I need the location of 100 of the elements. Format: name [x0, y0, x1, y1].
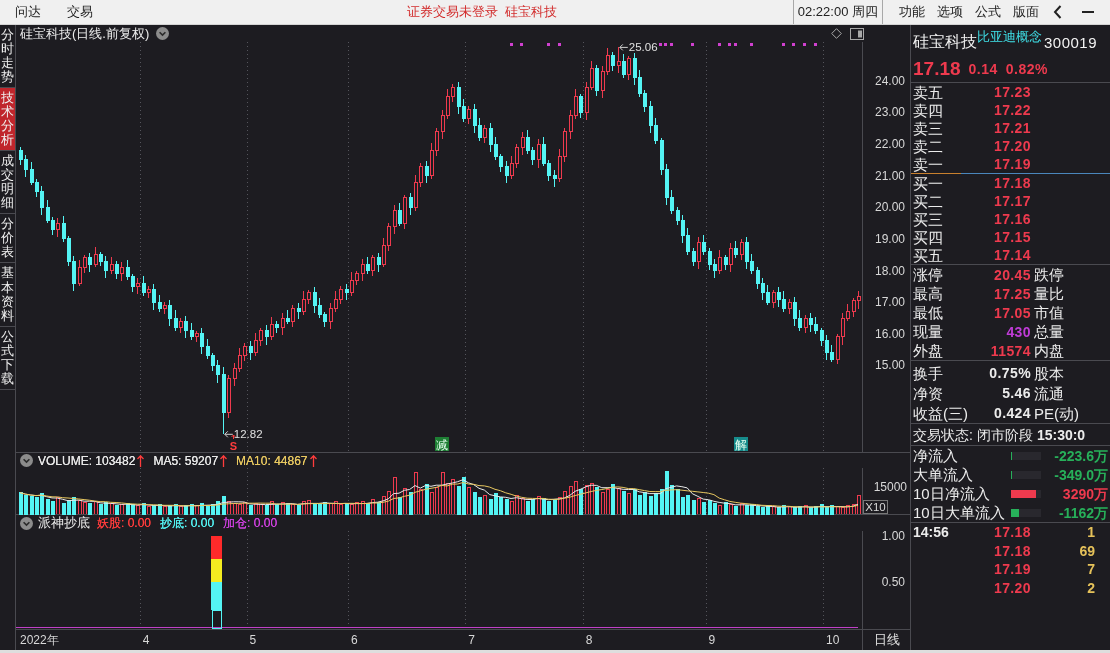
quote-label: 买一: [913, 174, 944, 192]
quote-label: 最低: [913, 304, 944, 321]
status-label: 交易状态:: [913, 426, 973, 443]
quote-label: 最高: [913, 285, 944, 302]
axis-label: 19.00: [874, 231, 905, 246]
chevron-left-icon: [1053, 5, 1062, 19]
status-notice: 硅宝科技: [505, 4, 557, 20]
quote-label: 换手: [913, 364, 944, 382]
quote-value: 5.46: [1001, 385, 1031, 401]
diamond-icon[interactable]: [831, 28, 842, 39]
side-tab[interactable]: 成交明细: [0, 151, 15, 215]
status-value: 闭市阶段: [976, 426, 1033, 443]
flow-value: 3290万: [1061, 485, 1109, 502]
quote-label: 跌停: [1034, 266, 1065, 283]
quote-value: 17.05: [992, 304, 1031, 321]
concept-link[interactable]: 比亚迪概念: [977, 30, 1042, 44]
quote-label: 卖四: [913, 101, 944, 119]
trade-time: 14:56: [913, 524, 950, 541]
status-notice: 证券交易未登录: [407, 4, 498, 20]
quote-value: 17.25: [992, 285, 1031, 302]
quote-label: 净资: [913, 384, 944, 402]
axis-label: 5: [249, 633, 257, 647]
flow-value: -223.6万: [1053, 447, 1109, 464]
axis-label: 21.00: [874, 168, 905, 183]
axis-label: 6: [350, 633, 358, 647]
axis-label: 22.00: [874, 137, 905, 152]
last-price: 17.18: [913, 59, 961, 79]
chevron-down-icon[interactable]: [156, 27, 170, 40]
indicator-title: 派神抄底: [38, 515, 90, 531]
back-button[interactable]: [1053, 5, 1062, 19]
quote-value: 17.19: [992, 156, 1031, 172]
quote-value: 17.15: [992, 229, 1031, 245]
flow-label: 10日大单流入: [913, 504, 1006, 521]
price-change-percent: 0.82%: [1005, 61, 1048, 77]
quote-label: 现量: [913, 323, 944, 340]
side-tab[interactable]: 分价表: [0, 214, 15, 264]
quote-label: 涨停: [913, 266, 944, 283]
price-change: 0.14: [968, 61, 998, 77]
chevron-down-icon[interactable]: [20, 516, 33, 530]
quote-label: 股本: [1034, 364, 1065, 382]
signal-tag: 减: [434, 437, 449, 452]
quote-label: 买五: [913, 246, 944, 264]
trade-volume: 7: [1086, 561, 1096, 578]
quote-value: 0.75%: [988, 365, 1031, 381]
axis-label: 24.00: [874, 73, 905, 88]
quote-label: PE(动): [1034, 404, 1080, 422]
legend-label: 妖股: 0.00: [97, 516, 152, 530]
stock-name: 硅宝科技: [913, 33, 977, 51]
axis-label: 8: [585, 633, 593, 647]
quote-value: 17.20: [992, 138, 1031, 154]
axis-label: 18.00: [874, 263, 905, 278]
axis-label: 20.00: [874, 200, 905, 215]
menu-item[interactable]: 公式: [975, 4, 1001, 20]
trade-volume: 69: [1078, 542, 1096, 559]
flow-value: -349.0万: [1053, 466, 1109, 483]
quote-label: 量比: [1034, 285, 1065, 302]
axis-label: 15000: [873, 480, 907, 495]
chevron-down-icon[interactable]: [20, 454, 33, 467]
minimize-icon: [1082, 11, 1094, 13]
quote-label: 买四: [913, 228, 944, 246]
quote-value: 20.45: [992, 266, 1031, 283]
axis-label: 0.50: [881, 575, 905, 590]
legend-label: 抄底: 0.00: [160, 516, 215, 530]
quote-value: 17.23: [992, 84, 1031, 100]
flow-value: -1162万: [1057, 504, 1109, 521]
legend-label: 加仓: 0.00: [223, 516, 278, 530]
signal-tag: 解: [733, 437, 748, 452]
menu-item[interactable]: 版面: [1013, 4, 1039, 20]
quote-label: 卖一: [913, 155, 944, 173]
quote-value: 11574: [989, 342, 1031, 359]
trade-volume: 1: [1086, 524, 1096, 541]
quote-label: 总量: [1034, 323, 1065, 340]
flow-label: 10日净流入: [913, 485, 991, 502]
quote-label: 卖五: [913, 83, 944, 101]
quote-label: 买二: [913, 192, 944, 210]
quote-label: 收益(三): [913, 404, 969, 422]
menu-item[interactable]: 功能: [899, 4, 925, 20]
status-time: 15:30:0: [1036, 426, 1086, 443]
menu-item[interactable]: 问达: [15, 4, 41, 20]
quote-label: 内盘: [1034, 342, 1065, 359]
quote-label: 卖三: [913, 119, 944, 137]
side-tab[interactable]: 公式下载: [0, 326, 15, 390]
legend-label: VOLUME: 103482: [38, 453, 136, 468]
quote-value: 17.16: [992, 211, 1031, 227]
side-tab[interactable]: 基本资料: [0, 263, 15, 327]
quote-label: 买三: [913, 210, 944, 228]
quote-value: 17.14: [992, 247, 1031, 263]
axis-label: 7: [468, 633, 476, 647]
scale-factor-label: X10: [863, 500, 888, 514]
menu-item[interactable]: 选项: [937, 4, 963, 20]
split-square-icon[interactable]: [850, 27, 864, 40]
side-tab[interactable]: 技术分析: [0, 88, 15, 152]
clock: 02:22:00 周四: [792, 0, 883, 24]
axis-label: 16.00: [874, 326, 905, 341]
quote-value: 430: [1005, 323, 1031, 340]
trade-price: 17.18: [992, 542, 1031, 559]
axis-label: 9: [708, 633, 716, 647]
menu-item[interactable]: 交易: [67, 4, 93, 20]
quote-value: 0.424: [992, 405, 1031, 421]
quote-label: 外盘: [913, 342, 944, 359]
